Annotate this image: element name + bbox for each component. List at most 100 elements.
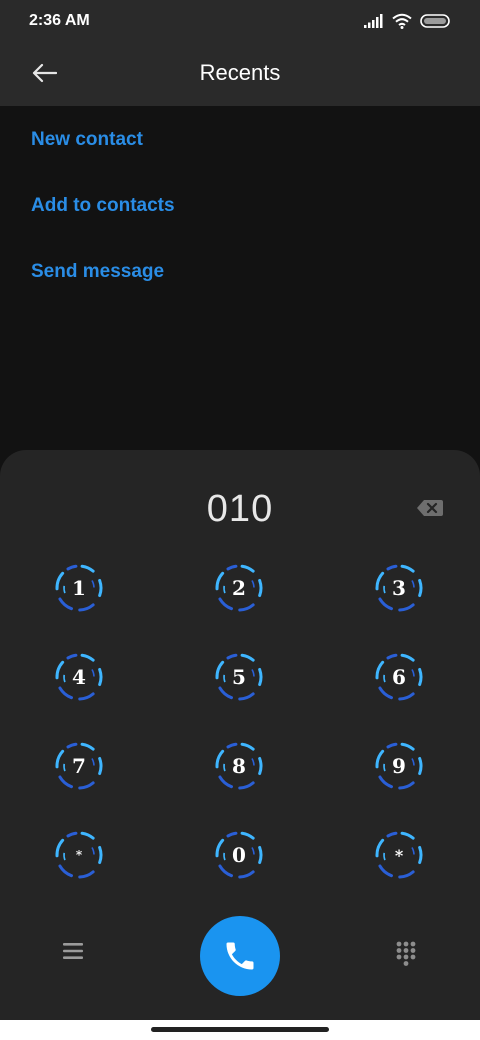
ring-segment [418,667,423,687]
dial-key-5[interactable]: 5 [211,649,267,705]
ring-segment [218,775,233,789]
dial-key-label: * [394,845,404,865]
ring-segment [226,653,238,660]
ring-segment [58,597,73,611]
ring-segment [386,653,398,660]
dial-key-4[interactable]: 4 [51,649,107,705]
dial-key-8[interactable]: 8 [211,738,267,794]
ring-segment [378,864,393,878]
ring-segment [418,756,423,776]
ring-segment [66,742,78,749]
ring-inner-segment [411,758,415,766]
send-message-link[interactable]: Send message [31,261,164,283]
ring-inner-segment [91,847,95,855]
ring-segment [218,597,233,611]
dial-key-label: 0 [232,843,246,867]
dial-key-label: 3 [392,576,406,600]
ring-segment [218,864,233,878]
ring-inner-segment [91,758,95,766]
ring-segment [66,564,78,571]
dial-key-label: 5 [232,665,246,689]
dial-key-7[interactable]: 7 [51,738,107,794]
new-contact-link[interactable]: New contact [31,129,143,151]
dial-key-2[interactable]: 2 [211,560,267,616]
ring-segment [258,578,263,598]
ring-segment [226,742,238,749]
ring-segment [78,692,95,701]
signal-icon [364,14,383,28]
call-button[interactable] [200,916,280,996]
dial-key-label: 9 [392,754,406,778]
ring-segment [78,603,95,612]
ring-inner-segment [223,585,226,594]
ring-inner-segment [223,852,226,861]
dial-key-hash[interactable]: * [371,827,427,883]
dial-key-label: * [75,848,83,862]
ring-segment [375,660,385,680]
phone-icon [226,942,254,970]
ring-segment [375,749,385,769]
ring-segment [240,831,255,840]
ring-segment [238,870,255,879]
dial-key-1[interactable]: 1 [51,560,107,616]
dial-key-0[interactable]: 0 [211,827,267,883]
ring-segment [378,597,393,611]
ring-segment [98,578,103,598]
ring-segment [215,749,225,769]
wifi-icon [392,13,412,29]
ring-segment [58,686,73,700]
home-gesture-handle[interactable] [151,1027,329,1032]
system-nav-bar [0,1020,480,1040]
menu-icon [63,943,83,959]
dial-key-label: 4 [72,665,86,689]
ring-segment [80,742,95,751]
dial-key-label: 8 [232,754,246,778]
ring-segment [66,831,78,838]
ring-segment [398,870,415,879]
dialpad-toggle-button[interactable] [394,940,418,968]
ring-inner-segment [91,669,95,677]
ring-segment [258,667,263,687]
dial-key-6[interactable]: 6 [371,649,427,705]
dialed-number: 010 [206,488,274,530]
ring-segment [258,845,263,865]
ring-segment [238,692,255,701]
ring-segment [215,660,225,680]
backspace-button[interactable] [416,498,444,518]
ring-inner-segment [63,763,66,772]
ring-inner-segment [383,585,386,594]
dialer-sheet: 010 1 2 3 4 5 6 7 8 9 * 0 * [0,450,480,1020]
menu-button[interactable] [60,940,86,962]
contact-actions: New contact Add to contacts Send message [0,106,480,466]
ring-inner-segment [251,669,255,677]
dial-key-9[interactable]: 9 [371,738,427,794]
dial-key-3[interactable]: 3 [371,560,427,616]
ring-inner-segment [251,847,255,855]
ring-segment [240,564,255,573]
backspace-icon [417,500,443,516]
ring-inner-segment [411,847,415,855]
ring-segment [386,831,398,838]
ring-segment [240,653,255,662]
battery-icon [420,14,450,28]
ring-segment [215,571,225,591]
ring-inner-segment [63,852,66,861]
ring-inner-segment [383,674,386,683]
add-to-contacts-link[interactable]: Add to contacts [31,195,175,217]
ring-segment [55,660,65,680]
ring-segment [58,864,73,878]
ring-segment [400,742,415,751]
ring-segment [218,686,233,700]
ring-segment [215,838,225,858]
ring-segment [98,756,103,776]
ring-inner-segment [251,580,255,588]
dial-key-star[interactable]: * [51,827,107,883]
ring-segment [400,564,415,573]
ring-segment [240,742,255,751]
ring-segment [78,870,95,879]
ring-segment [400,831,415,840]
ring-segment [98,845,103,865]
ring-segment [238,781,255,790]
dial-key-label: 6 [392,665,406,689]
ring-segment [238,603,255,612]
